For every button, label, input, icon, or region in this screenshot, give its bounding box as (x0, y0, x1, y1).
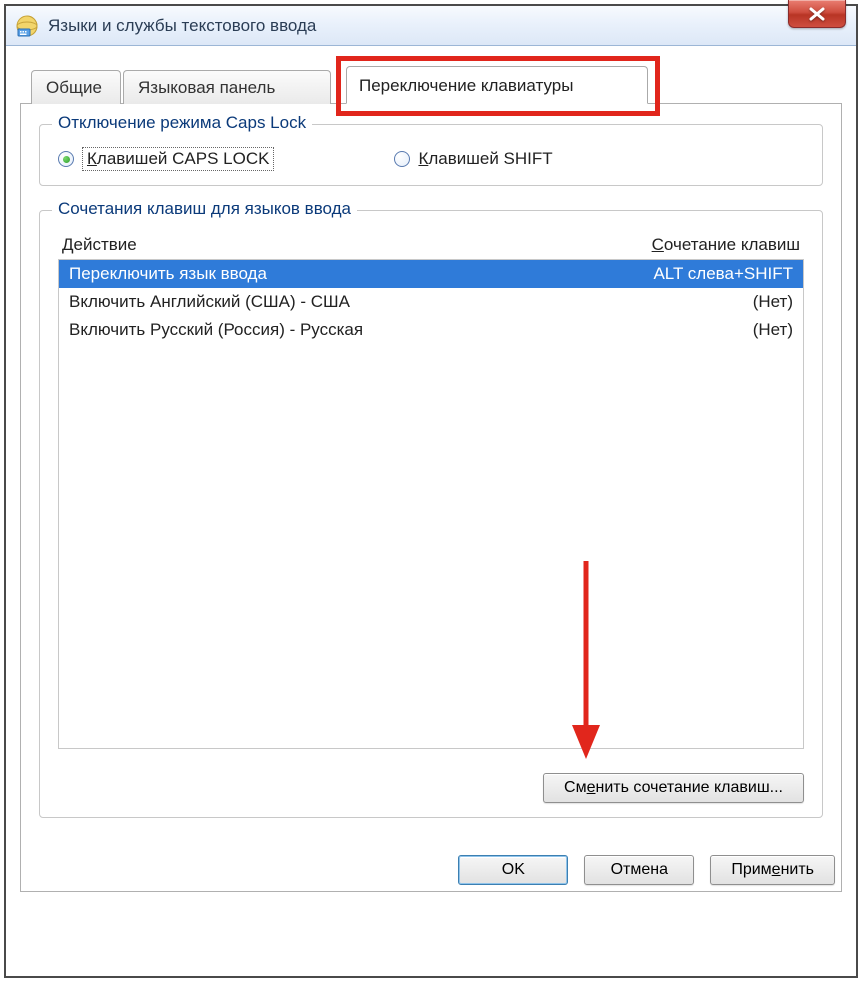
tab-general[interactable]: Общие (31, 70, 121, 104)
list-item-action: Переключить язык ввода (69, 264, 267, 284)
tab-keyboard-switch[interactable]: Переключение клавиатуры (346, 66, 648, 104)
tabstrip: Общие Языковая панель Переключение клави… (20, 66, 842, 104)
list-item-action: Включить Английский (США) - США (69, 292, 350, 312)
radio-shift-key[interactable]: Клавишей SHIFT (394, 149, 552, 169)
list-item[interactable]: Включить Русский (Россия) - Русская (Нет… (59, 316, 803, 344)
app-icon (16, 15, 38, 37)
radio-dot-icon (58, 151, 74, 167)
group-capslock-legend: Отключение режима Caps Lock (52, 113, 312, 133)
tab-language-bar[interactable]: Языковая панель (123, 70, 331, 104)
tabpage-keyboard-switch: Отключение режима Caps Lock Клавишей CAP… (20, 104, 842, 892)
titlebar: Языки и службы текстового ввода (6, 6, 856, 46)
window-title: Языки и службы текстового ввода (48, 16, 316, 36)
list-item-combo: ALT слева+SHIFT (653, 264, 793, 284)
list-item[interactable]: Включить Английский (США) - США (Нет) (59, 288, 803, 316)
dialog-button-row: OK Отмена Применить (458, 855, 835, 885)
col-combo: Сочетание клавиш (652, 235, 800, 255)
hotkeys-listbox[interactable]: Переключить язык ввода ALT слева+SHIFT В… (58, 259, 804, 749)
list-item-combo: (Нет) (753, 320, 793, 340)
dialog-window: Языки и службы текстового ввода Общие Яз… (4, 4, 858, 978)
list-column-headers: Действие Сочетание клавиш (62, 235, 800, 255)
group-hotkeys: Сочетания клавиш для языков ввода Действ… (39, 210, 823, 818)
apply-button[interactable]: Применить (710, 855, 835, 885)
col-action: Действие (62, 235, 137, 255)
radio-capslock-label: Клавишей CAPS LOCK (82, 147, 274, 171)
group-hotkeys-legend: Сочетания клавиш для языков ввода (52, 199, 357, 219)
list-item-action: Включить Русский (Россия) - Русская (69, 320, 363, 340)
close-button[interactable] (788, 0, 846, 28)
client-area: Общие Языковая панель Переключение клави… (20, 66, 842, 966)
radio-shift-label: Клавишей SHIFT (418, 149, 552, 169)
group-capslock-off: Отключение режима Caps Lock Клавишей CAP… (39, 124, 823, 186)
ok-button[interactable]: OK (458, 855, 568, 885)
radio-dot-icon (394, 151, 410, 167)
list-item-combo: (Нет) (753, 292, 793, 312)
cancel-button[interactable]: Отмена (584, 855, 694, 885)
radio-capslock-key[interactable]: Клавишей CAPS LOCK (58, 147, 274, 171)
list-item[interactable]: Переключить язык ввода ALT слева+SHIFT (59, 260, 803, 288)
change-hotkey-button[interactable]: Сменить сочетание клавиш... (543, 773, 804, 803)
